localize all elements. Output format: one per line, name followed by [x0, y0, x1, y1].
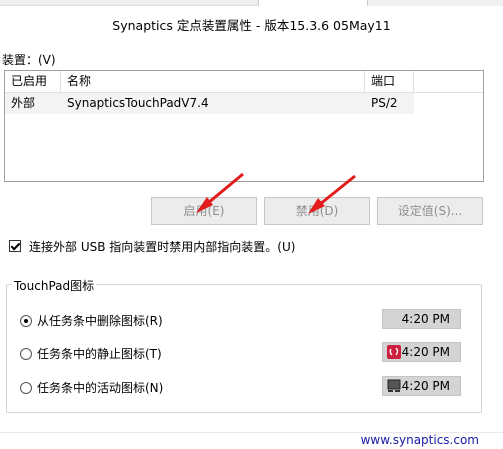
arrow-icon: [196, 172, 244, 213]
arrow-icon: [308, 174, 356, 214]
annotation-arrows: [196, 172, 356, 214]
synaptics-link[interactable]: www.synaptics.com: [361, 433, 479, 447]
